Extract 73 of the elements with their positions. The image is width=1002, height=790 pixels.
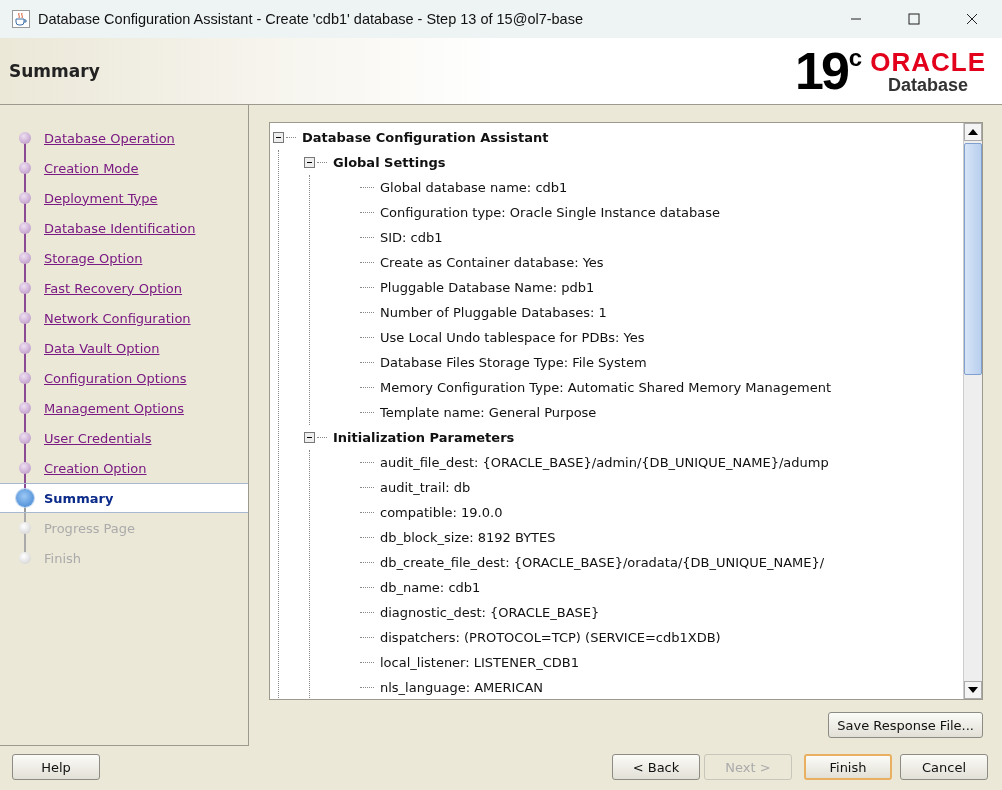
tree-node[interactable]: Global Settings <box>333 155 446 170</box>
version-label: 19 <box>795 46 847 96</box>
tree-leaf[interactable]: nls_language: AMERICAN <box>380 680 544 695</box>
step-link[interactable]: Network Configuration <box>44 310 191 326</box>
cancel-button[interactable]: Cancel <box>900 754 988 780</box>
tree-leaf[interactable]: local_listener: LISTENER_CDB1 <box>380 655 579 670</box>
tree-leaf[interactable]: db_block_size: 8192 BYTES <box>380 530 556 545</box>
step-dot-icon <box>19 372 31 384</box>
step-dot-icon <box>19 252 31 264</box>
product-label: Database <box>887 75 970 96</box>
step-link[interactable]: Management Options <box>44 400 184 416</box>
tree-leaf[interactable]: SID: cdb1 <box>380 230 443 245</box>
tree-leaf[interactable]: dispatchers: (PROTOCOL=TCP) (SERVICE=cdb1XDB) <box>380 630 721 645</box>
tree-leaf[interactable]: compatible: 19.0.0 <box>380 505 503 520</box>
step-dot-icon <box>19 432 31 444</box>
tree-leaf[interactable]: Template name: General Purpose <box>380 405 597 420</box>
step-link[interactable]: Storage Option <box>44 250 143 266</box>
step-link[interactable]: User Credentials <box>44 430 152 446</box>
step-dot-icon <box>19 312 31 324</box>
collapse-icon[interactable] <box>304 157 315 168</box>
step-dot-icon <box>19 192 31 204</box>
back-button[interactable]: < Back <box>612 754 700 780</box>
step-dot-icon <box>19 162 31 174</box>
scrollbar[interactable] <box>963 123 982 699</box>
tree-leaf[interactable]: db_name: cdb1 <box>380 580 481 595</box>
step-dot-icon <box>19 132 31 144</box>
step-dot-icon <box>19 282 31 294</box>
step-dot-icon <box>16 489 34 507</box>
tree-leaf[interactable]: Configuration type: Oracle Single Instance database <box>380 205 721 220</box>
tree-leaf[interactable]: audit_file_dest: {ORACLE_BASE}/admin/{DB_UNIQUE_NAME}/adump <box>380 455 829 470</box>
tree-leaf[interactable]: diagnostic_dest: {ORACLE_BASE} <box>380 605 600 620</box>
page-title: Summary <box>8 61 100 81</box>
maximize-icon[interactable] <box>908 13 920 25</box>
tree-leaf[interactable]: audit_trail: db <box>380 480 471 495</box>
tree-leaf[interactable]: Create as Container database: Yes <box>380 255 604 270</box>
step-dot-icon <box>19 522 31 534</box>
tree-leaf[interactable]: Use Local Undo tablespace for PDBs: Yes <box>380 330 645 345</box>
step-dot-icon <box>19 342 31 354</box>
brand-logo: ORACLE <box>870 49 986 75</box>
tree-leaf[interactable]: Database Files Storage Type: File System <box>380 355 647 370</box>
tree-leaf[interactable]: Pluggable Database Name: pdb1 <box>380 280 595 295</box>
step-dot-icon <box>19 552 31 564</box>
version-suffix: c <box>848 46 863 70</box>
step-dot-icon <box>19 402 31 414</box>
step-link[interactable]: Database Operation <box>44 130 175 146</box>
step-link[interactable]: Data Vault Option <box>44 340 160 356</box>
close-icon[interactable] <box>966 13 978 25</box>
step-dot-icon <box>19 462 31 474</box>
step-link[interactable]: Fast Recovery Option <box>44 280 183 296</box>
collapse-icon[interactable] <box>273 132 284 143</box>
tree-node[interactable]: Database Configuration Assistant <box>302 130 549 145</box>
tree-leaf[interactable]: Number of Pluggable Databases: 1 <box>380 305 607 320</box>
step-link[interactable]: Creation Mode <box>44 160 139 176</box>
collapse-icon[interactable] <box>304 432 315 443</box>
coffee-cup-icon <box>12 10 30 28</box>
tree-leaf[interactable]: db_create_file_dest: {ORACLE_BASE}/oradata/{DB_UNIQUE_NAME}/ <box>380 555 825 570</box>
step-link[interactable]: Creation Option <box>44 460 147 476</box>
tree-leaf[interactable]: Memory Configuration Type: Automatic Shared Memory Management <box>380 380 831 395</box>
step-label: Progress Page <box>44 520 136 536</box>
save-response-file-button[interactable]: Save Response File... <box>828 712 983 738</box>
step-label: Summary <box>44 490 114 506</box>
tree-node[interactable]: Initialization Parameters <box>333 430 515 445</box>
step-label: Finish <box>44 550 81 566</box>
window-title: Database Configuration Assistant - Create 'cdb1' database - Step 13 of 15@ol7-base <box>38 11 583 27</box>
step-link[interactable]: Deployment Type <box>44 190 158 206</box>
step-dot-icon <box>19 222 31 234</box>
scroll-down-icon[interactable] <box>968 687 978 693</box>
finish-button[interactable]: Finish <box>804 754 892 780</box>
help-button[interactable]: Help <box>12 754 100 780</box>
scroll-up-icon[interactable] <box>968 129 978 135</box>
step-link[interactable]: Database Identification <box>44 220 196 236</box>
step-link[interactable]: Configuration Options <box>44 370 187 386</box>
tree-leaf[interactable]: Global database name: cdb1 <box>380 180 568 195</box>
